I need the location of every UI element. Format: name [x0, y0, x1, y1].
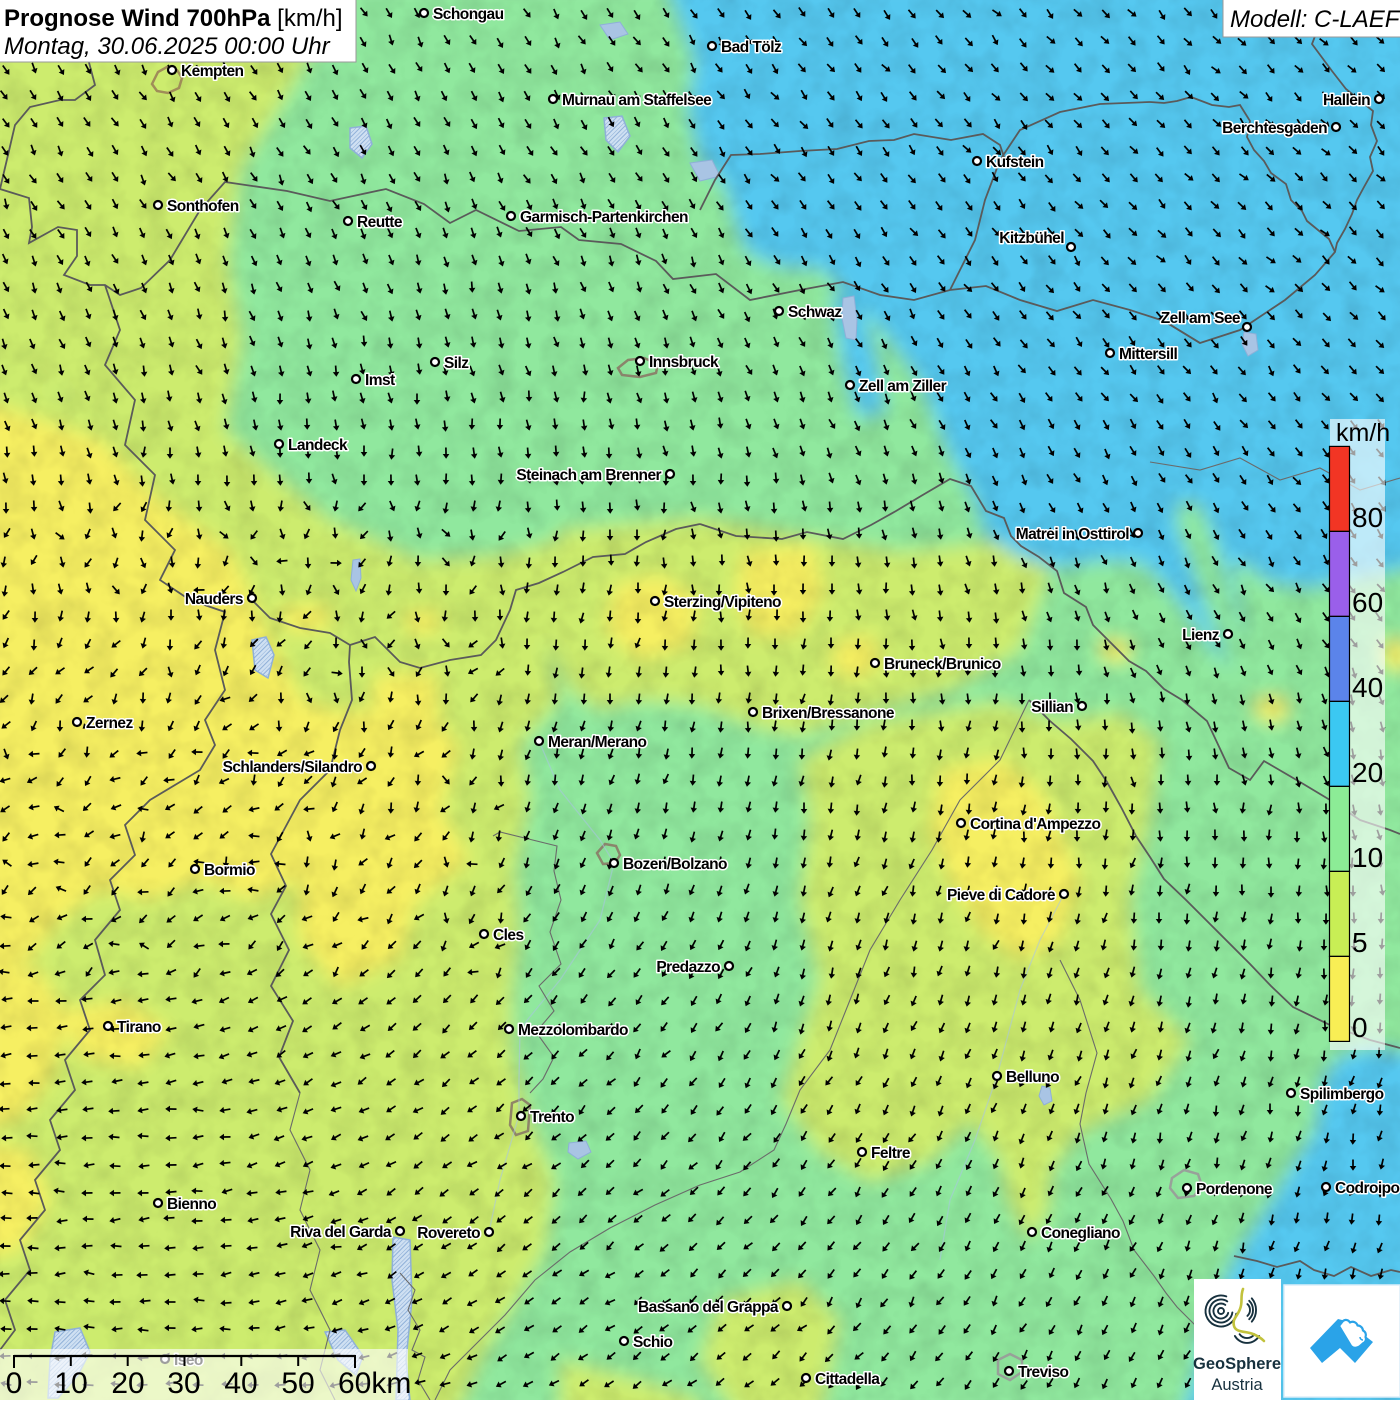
svg-text:0: 0 — [6, 1367, 23, 1400]
svg-text:Belluno: Belluno — [1006, 1069, 1059, 1086]
svg-text:Riva del Garda: Riva del Garda — [290, 1224, 392, 1241]
svg-text:Innsbruck: Innsbruck — [649, 354, 719, 371]
svg-text:20: 20 — [1352, 757, 1383, 788]
svg-text:Mittersill: Mittersill — [1119, 346, 1177, 363]
svg-text:Schlanders/Silandro: Schlanders/Silandro — [223, 759, 363, 776]
svg-text:Bad Tölz: Bad Tölz — [721, 39, 782, 56]
svg-text:Silz: Silz — [444, 355, 469, 372]
svg-text:60km: 60km — [338, 1367, 411, 1400]
svg-text:Spilimbergo: Spilimbergo — [1300, 1086, 1384, 1103]
svg-text:40: 40 — [224, 1367, 257, 1400]
svg-text:60: 60 — [1352, 587, 1383, 618]
svg-text:Prognose Wind 700hPa [km/h]: Prognose Wind 700hPa [km/h] — [4, 5, 343, 32]
svg-text:Bassano del Grappa: Bassano del Grappa — [638, 1299, 779, 1316]
svg-text:Garmisch-Partenkirchen: Garmisch-Partenkirchen — [520, 209, 688, 226]
svg-text:Schongau: Schongau — [433, 6, 504, 23]
svg-text:0: 0 — [1352, 1012, 1368, 1043]
svg-text:Bruneck/Brunico: Bruneck/Brunico — [884, 656, 1001, 673]
svg-text:Mezzolombardo: Mezzolombardo — [518, 1022, 628, 1039]
svg-text:Bienno: Bienno — [167, 1196, 216, 1213]
svg-text:Reutte: Reutte — [357, 214, 403, 231]
svg-text:Nauders: Nauders — [185, 591, 243, 608]
svg-text:Berchtesgaden: Berchtesgaden — [1222, 120, 1327, 137]
svg-text:Pieve di Cadore: Pieve di Cadore — [947, 887, 1056, 904]
svg-text:Zell am Ziller: Zell am Ziller — [859, 378, 947, 395]
svg-text:Rovereto: Rovereto — [417, 1225, 480, 1242]
svg-text:10: 10 — [54, 1367, 87, 1400]
svg-text:Montag, 30.06.2025 00:00 Uhr: Montag, 30.06.2025 00:00 Uhr — [4, 33, 331, 60]
svg-text:Treviso: Treviso — [1018, 1364, 1069, 1381]
svg-text:Zell am See: Zell am See — [1161, 310, 1241, 327]
svg-text:Lienz: Lienz — [1182, 627, 1220, 644]
svg-text:Sillian: Sillian — [1031, 699, 1073, 716]
svg-text:Austria: Austria — [1211, 1376, 1263, 1394]
svg-text:Landeck: Landeck — [288, 437, 348, 454]
svg-text:km/h: km/h — [1336, 419, 1390, 447]
svg-text:Cles: Cles — [493, 927, 524, 944]
svg-text:Matrei in Osttirol: Matrei in Osttirol — [1016, 526, 1129, 543]
svg-text:Predazzo: Predazzo — [656, 959, 720, 976]
svg-text:Feltre: Feltre — [871, 1145, 911, 1162]
svg-text:GeoSphere: GeoSphere — [1193, 1355, 1281, 1373]
svg-text:Kitzbühel: Kitzbühel — [999, 230, 1064, 247]
svg-text:Meran/Merano: Meran/Merano — [548, 734, 647, 751]
svg-text:Tirano: Tirano — [117, 1019, 161, 1036]
svg-text:Hallein: Hallein — [1323, 92, 1370, 109]
svg-text:Schwaz: Schwaz — [788, 304, 842, 321]
svg-text:Kempten: Kempten — [181, 63, 244, 80]
svg-text:Imst: Imst — [365, 372, 395, 389]
svg-text:40: 40 — [1352, 672, 1383, 703]
svg-text:Pordenone: Pordenone — [1196, 1181, 1273, 1198]
svg-text:10: 10 — [1352, 842, 1383, 873]
svg-text:Sterzing/Vipiteno: Sterzing/Vipiteno — [664, 594, 781, 611]
svg-text:Cittadella: Cittadella — [815, 1371, 880, 1388]
svg-text:Zernez: Zernez — [86, 715, 133, 732]
svg-text:Schio: Schio — [633, 1334, 673, 1351]
svg-text:Brixen/Bressanone: Brixen/Bressanone — [762, 705, 895, 722]
svg-text:30: 30 — [167, 1367, 200, 1400]
svg-text:5: 5 — [1352, 927, 1368, 958]
svg-text:Steinach am Brenner: Steinach am Brenner — [516, 467, 661, 484]
svg-text:20: 20 — [111, 1367, 144, 1400]
svg-text:Sonthofen: Sonthofen — [167, 198, 239, 215]
svg-text:Murnau am Staffelsee: Murnau am Staffelsee — [562, 92, 712, 109]
svg-text:Modell: C-LAEF: Modell: C-LAEF — [1230, 6, 1400, 33]
svg-text:50: 50 — [281, 1367, 314, 1400]
svg-text:Bozen/Bolzano: Bozen/Bolzano — [623, 856, 727, 873]
svg-text:Bormio: Bormio — [204, 862, 255, 879]
svg-text:Trento: Trento — [530, 1109, 574, 1126]
svg-text:Conegliano: Conegliano — [1041, 1225, 1120, 1242]
svg-text:80: 80 — [1352, 502, 1383, 533]
svg-text:Kufstein: Kufstein — [986, 154, 1044, 171]
svg-text:Codroipo: Codroipo — [1335, 1180, 1400, 1197]
svg-text:Cortina d'Ampezzo: Cortina d'Ampezzo — [970, 816, 1100, 833]
